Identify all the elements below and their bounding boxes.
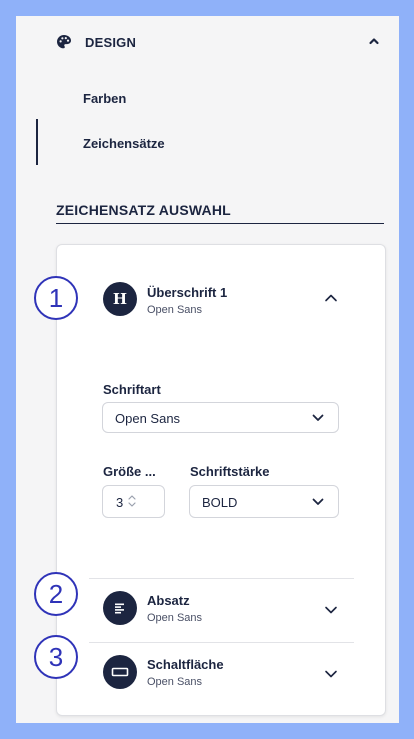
font-selection-card: H Überschrift 1 Open Sans Schriftart Ope… [56,244,386,716]
subheading-divider [56,223,384,224]
subheading: ZEICHENSATZ AUSWAHL [56,202,231,218]
nav-item-farben[interactable]: Farben [83,91,126,106]
font-row-ueberschrift[interactable]: H Überschrift 1 Open Sans [57,267,385,331]
design-panel: DESIGN Farben Zeichensätze ZEICHENSATZ A… [16,16,399,723]
palette-icon [57,35,71,49]
chevron-down-icon [312,498,324,505]
step-badge-1: 1 [34,276,78,320]
font-row-subtitle: Open Sans [147,676,203,688]
design-section-header[interactable]: DESIGN [16,16,399,68]
paragraph-icon [103,591,137,625]
nav-active-indicator [36,119,38,165]
button-icon [103,655,137,689]
font-family-select[interactable]: Open Sans [102,402,339,433]
font-row-title: Absatz [147,593,190,608]
font-row-subtitle: Open Sans [147,612,203,624]
step-badge-3: 3 [34,635,78,679]
chevron-down-icon[interactable] [324,669,338,679]
font-size-value: 3 [116,495,124,510]
chevron-down-icon [312,414,324,421]
section-title: DESIGN [85,35,137,50]
font-weight-label: Schriftstärke [190,464,270,479]
chevron-up-icon[interactable] [368,36,380,46]
heading-icon: H [103,282,137,316]
nav-item-zeichensaetze[interactable]: Zeichensätze [83,136,165,151]
font-weight-value: BOLD [202,495,238,510]
font-size-input[interactable]: 3 [102,485,165,518]
font-weight-select[interactable]: BOLD [189,485,339,518]
font-row-schaltflaeche[interactable]: Schaltfläche Open Sans [57,643,385,707]
spinner-icon[interactable] [127,493,137,509]
font-row-title: Schaltfläche [147,657,224,672]
font-row-absatz[interactable]: Absatz Open Sans [57,579,385,643]
font-size-label: Größe ... [103,464,156,479]
font-family-label: Schriftart [103,382,161,397]
font-family-value: Open Sans [115,411,181,426]
font-row-title: Überschrift 1 [147,285,228,300]
chevron-up-icon[interactable] [324,293,338,303]
step-badge-2: 2 [34,572,78,616]
font-row-subtitle: Open Sans [147,304,203,316]
chevron-down-icon[interactable] [324,605,338,615]
